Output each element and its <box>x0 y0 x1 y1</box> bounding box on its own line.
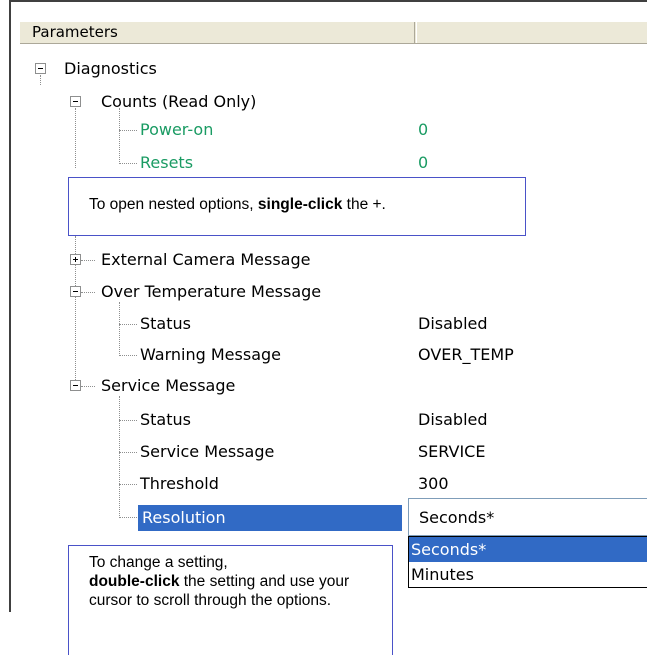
node-label: Diagnostics <box>64 59 157 78</box>
dropdown-option-seconds[interactable]: Seconds* <box>409 537 647 562</box>
tree-item-service-message[interactable]: Service Message SERVICE <box>0 439 647 465</box>
node-label: Counts (Read Only) <box>101 92 257 111</box>
callout-text: the +. <box>342 196 386 213</box>
item-label: Threshold <box>140 474 219 493</box>
tree-item-power-on[interactable]: Power-on 0 <box>0 117 647 143</box>
item-value: 300 <box>418 474 449 493</box>
tree-item-resets[interactable]: Resets 0 <box>0 150 647 176</box>
node-label: Service Message <box>101 376 236 395</box>
item-label: Warning Message <box>140 345 281 364</box>
tree-item-resolution[interactable]: Resolution <box>138 505 402 531</box>
callout-text: To change a setting, <box>89 554 228 571</box>
tree-node-over-temperature[interactable]: Over Temperature Message <box>0 279 647 305</box>
item-value: Disabled <box>418 314 488 333</box>
item-label: Power-on <box>140 120 214 139</box>
tree-item-service-status[interactable]: Status Disabled <box>0 407 647 433</box>
tree-item-warning-message[interactable]: Warning Message OVER_TEMP <box>0 342 647 368</box>
item-value: SERVICE <box>418 442 486 461</box>
item-label: Status <box>140 314 191 333</box>
resolution-dropdown-list[interactable]: Seconds* Minutes <box>408 536 647 588</box>
item-value: 0 <box>418 153 429 172</box>
callout-emphasis: single-click <box>257 196 343 213</box>
item-label: Resets <box>140 153 194 172</box>
header-value[interactable] <box>416 22 647 43</box>
node-label: External Camera Message <box>101 250 311 269</box>
column-header: Parameters <box>20 22 647 44</box>
tree-item-over-temp-status[interactable]: Status Disabled <box>0 311 647 337</box>
callout-text: To open nested options, <box>89 196 258 213</box>
node-label: Over Temperature Message <box>101 282 322 301</box>
tree-item-threshold[interactable]: Threshold 300 <box>0 471 647 497</box>
resolution-select[interactable]: Seconds* <box>408 498 647 536</box>
tree-node-service-message[interactable]: Service Message <box>0 373 647 399</box>
tree-line <box>119 517 137 518</box>
tree-node-external-camera[interactable]: External Camera Message <box>0 247 647 273</box>
callout-change-setting: To change a setting, double-click the se… <box>68 545 393 655</box>
item-value: Disabled <box>418 410 488 429</box>
callout-open-nested: To open nested options, single-click the… <box>68 177 526 236</box>
item-value: OVER_TEMP <box>418 345 514 364</box>
header-parameters[interactable]: Parameters <box>20 22 415 43</box>
callout-emphasis: double-click <box>89 573 180 590</box>
tree-node-diagnostics[interactable]: Diagnostics <box>0 56 647 82</box>
item-value: 0 <box>418 120 429 139</box>
item-label: Service Message <box>140 442 275 461</box>
item-label: Status <box>140 410 191 429</box>
dropdown-option-minutes[interactable]: Minutes <box>409 562 647 587</box>
tree-node-counts[interactable]: Counts (Read Only) <box>0 89 647 115</box>
